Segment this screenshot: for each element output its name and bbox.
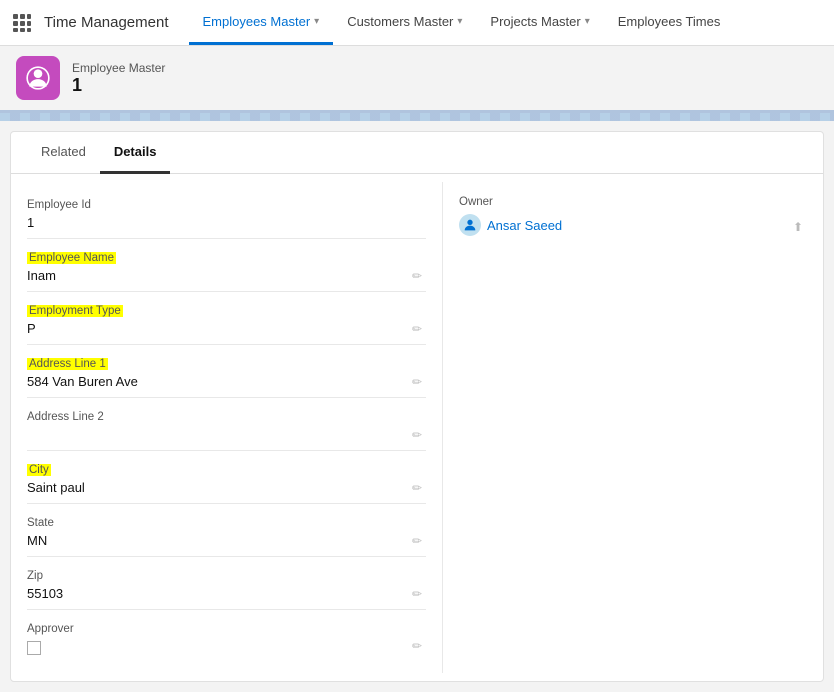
page-header-title: Employee Master xyxy=(72,61,165,75)
city-label: City xyxy=(27,464,51,476)
form-right: Owner Ansar Saeed ⬆ xyxy=(443,182,823,673)
chevron-down-icon: ▾ xyxy=(314,16,319,27)
page-header-id: 1 xyxy=(72,75,165,96)
field-employee-id: Employee Id 1 xyxy=(27,190,426,239)
edit-icon[interactable]: ✏ xyxy=(412,375,422,389)
wavy-divider xyxy=(0,113,834,121)
employee-name-label: Employee Name xyxy=(27,252,116,264)
field-address-line-2: Address Line 2 ✏ xyxy=(27,402,426,451)
nav-tab-employees-master[interactable]: Employees Master ▾ xyxy=(189,0,334,45)
approver-checkbox[interactable] xyxy=(27,641,41,655)
tab-related[interactable]: Related xyxy=(27,132,100,174)
address-line-2-label: Address Line 2 xyxy=(27,411,104,423)
page-header-text: Employee Master 1 xyxy=(72,61,165,96)
content-tabs: Related Details xyxy=(11,132,823,174)
field-owner: Owner Ansar Saeed ⬆ xyxy=(459,190,807,242)
city-value: Saint paul xyxy=(27,478,426,497)
field-zip: Zip 55103 ✏ xyxy=(27,561,426,610)
address-line-1-value: 584 Van Buren Ave xyxy=(27,372,426,391)
grid-icon[interactable] xyxy=(8,9,36,37)
owner-label: Owner xyxy=(459,196,807,208)
edit-icon[interactable]: ✏ xyxy=(412,269,422,283)
nav-tab-employees-times[interactable]: Employees Times xyxy=(604,0,735,45)
zip-value: 55103 xyxy=(27,584,426,603)
edit-icon[interactable]: ✏ xyxy=(412,534,422,548)
upload-icon[interactable]: ⬆ xyxy=(793,220,803,234)
edit-icon[interactable]: ✏ xyxy=(412,322,422,336)
main-content: Related Details Employee Id 1 Employee N… xyxy=(10,131,824,682)
field-approver: Approver ✏ xyxy=(27,614,426,661)
nav-tabs: Employees Master ▾ Customers Master ▾ Pr… xyxy=(189,0,827,45)
chevron-down-icon: ▾ xyxy=(585,16,590,27)
zip-label: Zip xyxy=(27,570,43,582)
employment-type-label: Employment Type xyxy=(27,305,123,317)
approver-label: Approver xyxy=(27,623,74,635)
tab-details[interactable]: Details xyxy=(100,132,171,174)
edit-icon[interactable]: ✏ xyxy=(412,481,422,495)
nav-tab-projects-master[interactable]: Projects Master ▾ xyxy=(476,0,603,45)
owner-name[interactable]: Ansar Saeed xyxy=(487,218,562,233)
employee-name-value: Inam xyxy=(27,266,426,285)
page-icon xyxy=(16,56,60,100)
state-value: MN xyxy=(27,531,426,550)
form-area: Employee Id 1 Employee Name Inam ✏ Emplo… xyxy=(11,174,823,681)
address-line-2-value xyxy=(27,425,426,444)
field-address-line-1: Address Line 1 584 Van Buren Ave ✏ xyxy=(27,349,426,398)
field-city: City Saint paul ✏ xyxy=(27,455,426,504)
employee-id-value: 1 xyxy=(27,213,426,232)
state-label: State xyxy=(27,517,54,529)
app-name: Time Management xyxy=(44,14,169,31)
edit-icon[interactable]: ✏ xyxy=(412,639,422,653)
nav-tab-customers-master[interactable]: Customers Master ▾ xyxy=(333,0,476,45)
page-header: Employee Master 1 xyxy=(0,46,834,113)
employee-id-label: Employee Id xyxy=(27,199,91,211)
field-employee-name: Employee Name Inam ✏ xyxy=(27,243,426,292)
field-state: State MN ✏ xyxy=(27,508,426,557)
field-employment-type: Employment Type P ✏ xyxy=(27,296,426,345)
form-left: Employee Id 1 Employee Name Inam ✏ Emplo… xyxy=(11,182,443,673)
employment-type-value: P xyxy=(27,319,426,338)
chevron-down-icon: ▾ xyxy=(457,16,462,27)
top-navigation: Time Management Employees Master ▾ Custo… xyxy=(0,0,834,46)
approver-row xyxy=(27,637,426,655)
address-line-1-label: Address Line 1 xyxy=(27,358,108,370)
owner-value: Ansar Saeed xyxy=(459,214,807,236)
owner-avatar-icon xyxy=(459,214,481,236)
edit-icon[interactable]: ✏ xyxy=(412,428,422,442)
edit-icon[interactable]: ✏ xyxy=(412,587,422,601)
